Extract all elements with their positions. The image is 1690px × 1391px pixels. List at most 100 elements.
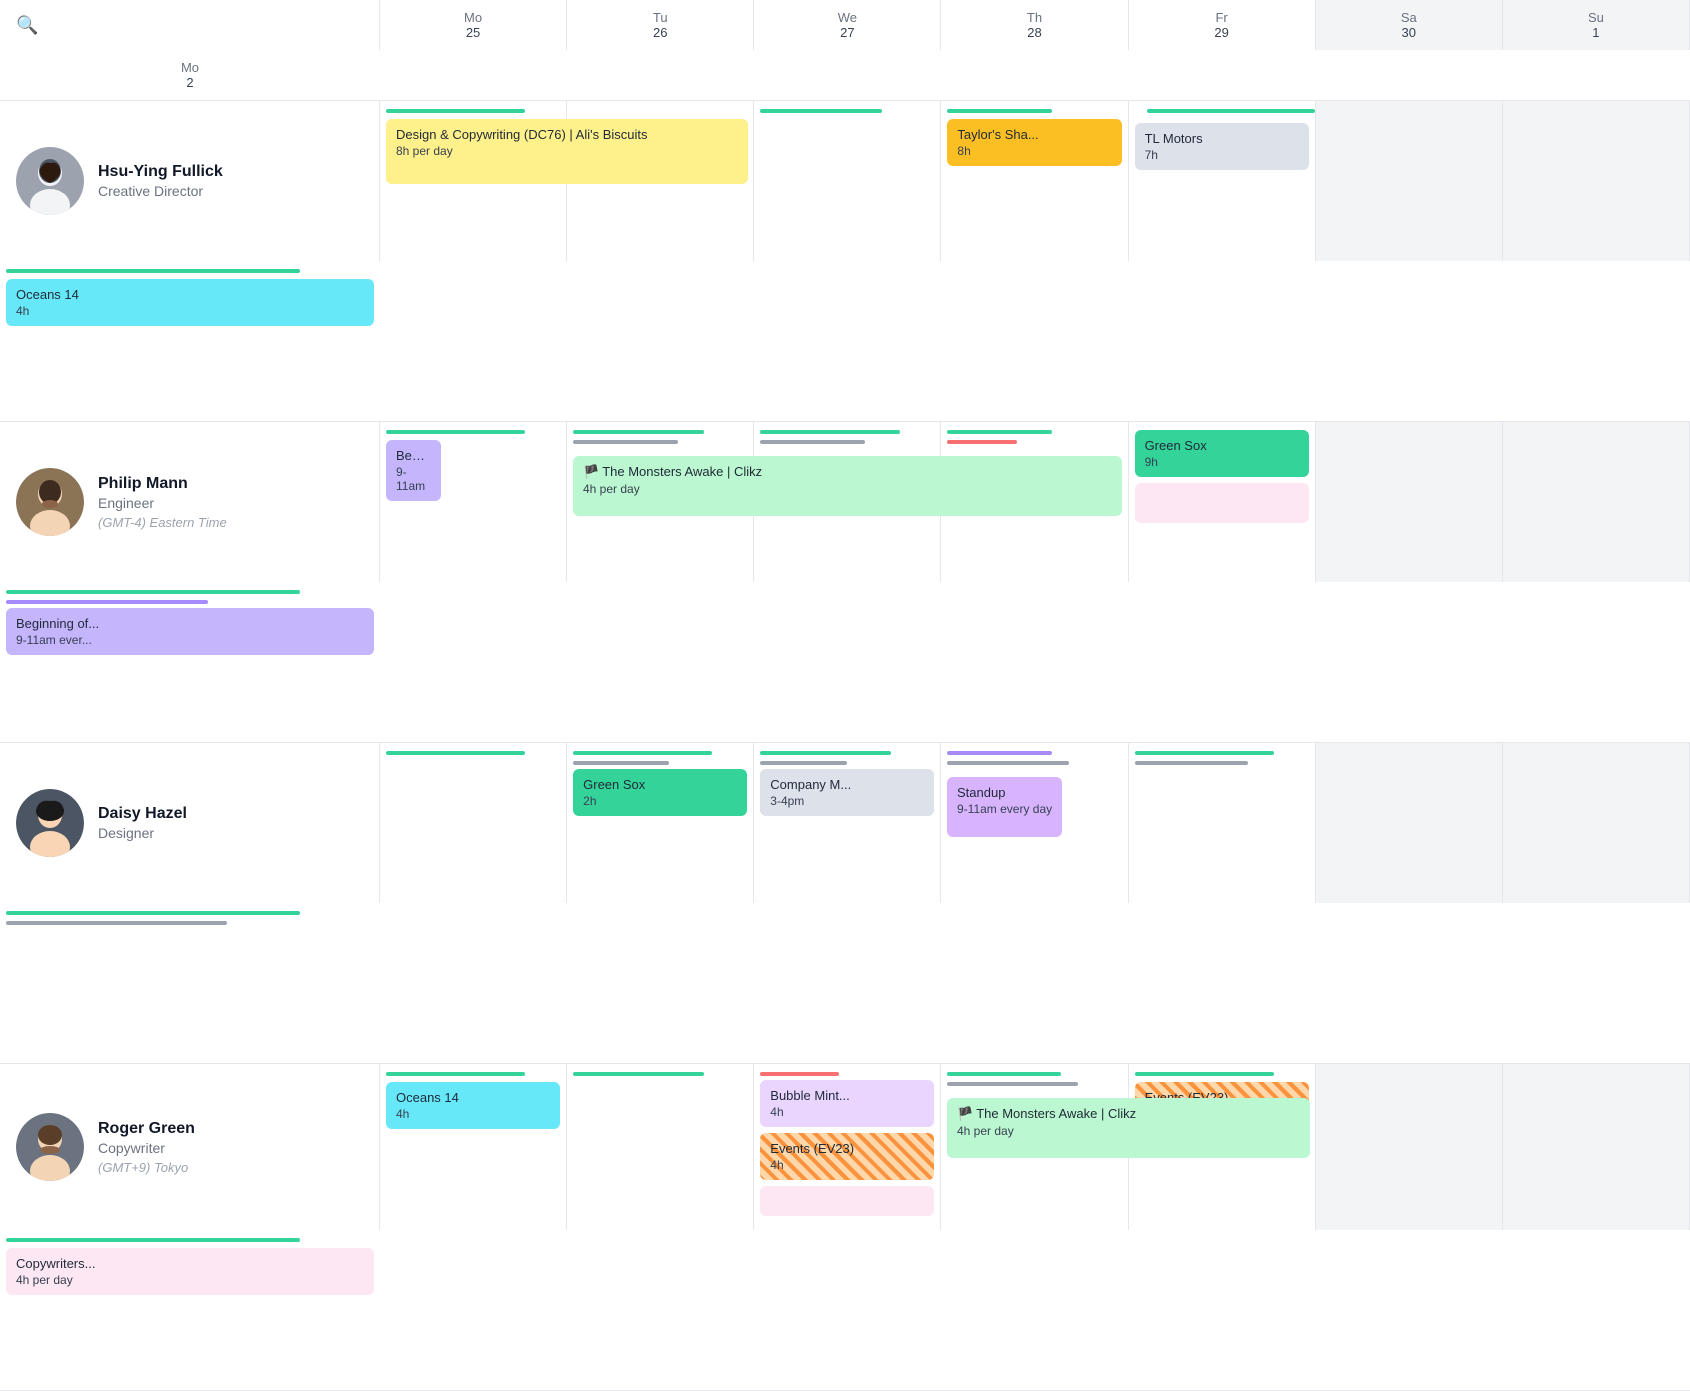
indicator-roger-mo25 [386,1072,525,1076]
person-name-hsu-ying: Hsu-Ying Fullick [98,163,223,181]
event-title-green-sox-1: Green Sox [1145,438,1299,453]
person-info-roger: Roger Green Copywriter (GMT+9) Tokyo [0,1064,380,1230]
calendar-container: 🔍 Mo 25 Tu 26 We 27 Th 28 Fr 29 Sa 30 Su [0,0,1690,1391]
event-time-oceans14-1: 4h [16,304,364,318]
indicator-gray-roger-th28 [947,1082,1078,1086]
indicator-daisy-tu26 [573,751,712,755]
event-time-taylors: 8h [957,144,1111,158]
event-title-tl-motors: TL Motors [1145,131,1299,146]
event-bubble-mint[interactable]: Bubble Mint... 4h [760,1080,934,1127]
event-time-beginning2: 9-11am ever... [16,633,364,647]
cell-daisy-mo25 [380,743,567,903]
person-info-daisy: Daisy Hazel Designer [0,743,380,903]
person-role-daisy: Designer [98,825,187,841]
cell-daisy-sa30 [1316,743,1503,903]
person-row-daisy: Daisy Hazel Designer Green Sox 2h Compan… [0,743,1690,1064]
event-pink-fr29[interactable] [1135,483,1309,523]
indicator-daisy-fr29 [1135,751,1274,755]
person-name-philip: Philip Mann [98,475,227,493]
indicator-daisy-th28 [947,751,1051,755]
cell-hsu-ying-fr29: TL Motors 7h [1129,101,1316,261]
cell-roger-mo25: Oceans 14 4h [380,1064,567,1230]
person-tz-philip: (GMT-4) Eastern Time [98,515,227,530]
indicator-hsu-ying-mo25 [386,109,525,113]
person-tz-roger: (GMT+9) Tokyo [98,1160,195,1175]
event-beginning-of-1[interactable]: Beginning of... 9-11am [386,440,441,501]
header-day-sa30: Sa 30 [1316,0,1503,50]
event-tl-motors[interactable]: TL Motors 7h [1135,123,1309,170]
event-title-oceans14-2: Oceans 14 [396,1090,550,1105]
cell-hsu-ying-sa30 [1316,101,1503,261]
event-taylors-sha[interactable]: Taylor's Sha... 8h [947,119,1121,166]
cell-philip-mo2: Beginning of... 9-11am ever... [0,582,380,742]
indicator-philip-we27 [760,430,899,434]
header-day-mo2: Mo 2 [0,50,380,100]
avatar-philip [16,468,84,536]
indicator-purple-mo2 [6,600,208,604]
event-title-oceans14-1: Oceans 14 [16,287,364,302]
event-green-sox-2[interactable]: Green Sox 2h [573,769,747,816]
header-day-tu26: Tu 26 [567,0,754,50]
spanning-event[interactable]: Standup9-11am every day [947,777,1062,837]
indicator-red-we27 [760,1072,838,1076]
header-day-mo25: Mo 25 [380,0,567,50]
cell-philip-mo25: Beginning of... 9-11am [380,422,567,582]
event-green-sox-1[interactable]: Green Sox 9h [1135,430,1309,477]
indicator-gray-daisy-th28 [947,761,1069,765]
indicator-roger-th28 [947,1072,1060,1076]
event-title-copywriters: Copywriters... [16,1256,364,1271]
event-title-beginning1: Beginning of... [396,448,431,463]
person-details-philip: Philip Mann Engineer (GMT-4) Eastern Tim… [98,475,227,530]
cell-roger-we27: Bubble Mint... 4h Events (EV23) 4h [754,1064,941,1230]
cell-hsu-ying-we27 [754,101,941,261]
event-time-copywriters: 4h per day [16,1273,364,1287]
cell-roger-su1 [1503,1064,1690,1230]
event-title-beginning2: Beginning of... [16,616,364,631]
event-company-m[interactable]: Company M... 3-4pm [760,769,934,816]
event-copywriters[interactable]: Copywriters... 4h per day [6,1248,374,1295]
event-title-bubble-mint: Bubble Mint... [770,1088,924,1103]
indicator-hsu-ying-mo2 [6,269,300,273]
avatar-daisy [16,789,84,857]
spanning-event[interactable]: 🏴The Monsters Awake | Clikz4h per day [947,1098,1310,1158]
cell-hsu-ying-su1 [1503,101,1690,261]
indicator-hsu-ying-we27 [760,109,882,113]
header-day-th28: Th 28 [941,0,1128,50]
event-events-ev23-1[interactable]: Events (EV23) 4h [760,1133,934,1180]
cell-hsu-ying-mo2: Oceans 14 4h [0,261,380,421]
event-time-green-sox-2: 2h [583,794,737,808]
indicator-roger-fr29 [1135,1072,1274,1076]
event-time-bubble-mint: 4h [770,1105,924,1119]
indicator-gray-daisy-mo2 [6,921,227,925]
spanning-event[interactable]: Design & Copywriting (DC76) | Ali's Bisc… [386,119,748,184]
event-time-company-m: 3-4pm [770,794,924,808]
indicator-red-th28 [947,440,1017,444]
avatar-roger [16,1113,84,1181]
header-day-su1: Su 1 [1503,0,1690,50]
event-oceans14-2[interactable]: Oceans 14 4h [386,1082,560,1129]
cell-roger-mo2: Copywriters... 4h per day [0,1230,380,1390]
avatar-hsu-ying [16,147,84,215]
event-time-ev23-1: 4h [770,1158,924,1172]
cell-roger-sa30 [1316,1064,1503,1230]
person-info-philip: Philip Mann Engineer (GMT-4) Eastern Tim… [0,422,380,582]
search-icon[interactable]: 🔍 [16,15,38,36]
header-day-fr29: Fr 29 [1129,0,1316,50]
event-time-oceans14-2: 4h [396,1107,550,1121]
indicator-roger-tu26 [573,1072,704,1076]
indicator-philip-mo2 [6,590,300,594]
event-pink-roger-we27[interactable] [760,1186,934,1216]
cell-hsu-ying-th28: Taylor's Sha... 8h [941,101,1128,261]
event-oceans14-1[interactable]: Oceans 14 4h [6,279,374,326]
indicator-philip-mo25 [386,430,525,434]
search-area: 🔍 [0,0,380,50]
indicator-gray-daisy-we27 [760,761,847,765]
spanning-event[interactable]: 🏴The Monsters Awake | Clikz4h per day [573,456,1122,516]
event-beginning-of-2[interactable]: Beginning of... 9-11am ever... [6,608,374,655]
indicator-daisy-mo2 [6,911,300,915]
header-day-we27: We 27 [754,0,941,50]
indicator-hsu-ying-fr29 [1147,109,1315,113]
person-name-daisy: Daisy Hazel [98,805,187,823]
cell-daisy-we27: Company M... 3-4pm [754,743,941,903]
cell-philip-su1 [1503,422,1690,582]
